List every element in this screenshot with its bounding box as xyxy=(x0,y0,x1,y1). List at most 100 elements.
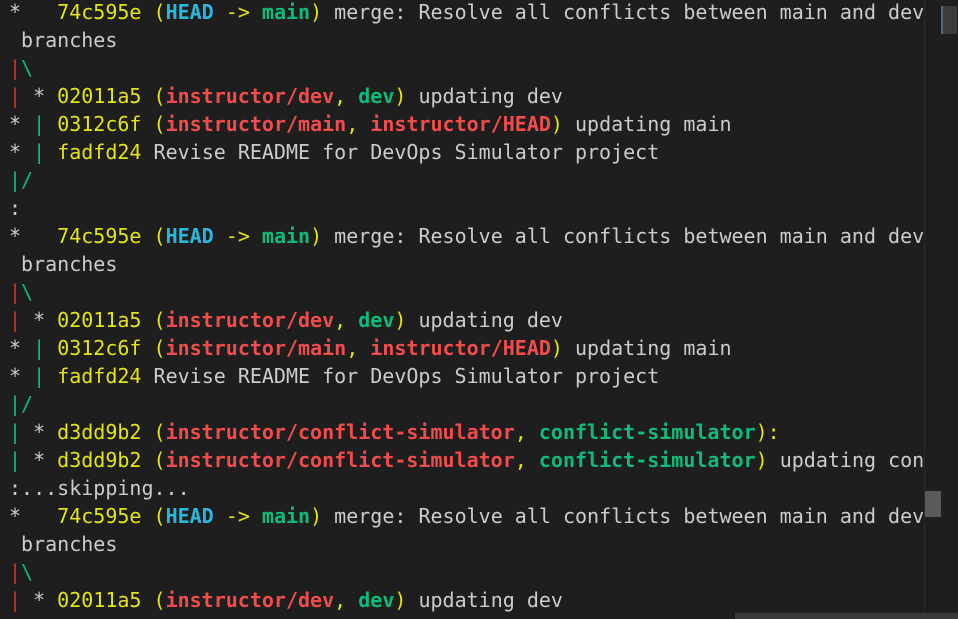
log-line: * 74c595e (HEAD -> main) merge: Resolve … xyxy=(9,0,924,26)
log-segment-paren: ) xyxy=(394,308,407,332)
log-segment-paren: ( xyxy=(141,112,166,136)
log-segment-g-green: | xyxy=(33,336,46,360)
log-segment-hash: 02011a5 xyxy=(57,84,142,108)
log-segment-msg: updating main xyxy=(562,336,732,360)
log-segment-msg: branches xyxy=(9,252,118,276)
log-segment-paren: ( xyxy=(141,224,166,248)
log-segment-g-green: | xyxy=(9,448,22,472)
scrollbar-thumb[interactable] xyxy=(925,491,941,517)
log-segment-g-red: | xyxy=(9,588,22,612)
log-segment-ast xyxy=(45,364,57,388)
log-segment-paren: ( xyxy=(141,504,166,528)
log-segment-g-green: |/ xyxy=(9,168,34,192)
log-segment-hash: 0312c6f xyxy=(57,336,142,360)
log-segment-hash: d3dd9b2 xyxy=(57,448,142,472)
log-line: | * 02011a5 (instructor/dev, dev) updati… xyxy=(9,306,924,334)
log-line: : xyxy=(9,194,924,222)
log-line: | * d3dd9b2 (instructor/conflict-simulat… xyxy=(9,446,924,474)
log-segment-msg: : xyxy=(9,196,22,220)
log-segment-paren: ): xyxy=(755,420,780,444)
log-segment-remote: instructor/dev xyxy=(165,84,335,108)
log-segment-ast xyxy=(45,140,57,164)
log-segment-ast xyxy=(45,112,57,136)
log-segment-hash: fadfd24 xyxy=(57,364,142,388)
panel-bottom-edge xyxy=(735,613,958,619)
log-segment-ast: * xyxy=(9,0,58,24)
log-segment-ast: * xyxy=(21,448,58,472)
log-segment-msg: Revise README for DevOps Simulator proje… xyxy=(141,140,660,164)
log-segment-ast: * xyxy=(9,224,58,248)
log-segment-msg: branches xyxy=(9,532,118,556)
log-segment-msg: merge: Resolve all conflicts between mai… xyxy=(322,0,924,24)
log-segment-paren: ) xyxy=(310,504,323,528)
terminal-output[interactable]: * 74c595e (HEAD -> main) merge: Resolve … xyxy=(0,0,924,619)
log-line: * 74c595e (HEAD -> main) merge: Resolve … xyxy=(9,222,924,250)
log-segment-g-red: | xyxy=(9,560,22,584)
log-segment-ast: * xyxy=(21,588,58,612)
log-line: * | fadfd24 Revise README for DevOps Sim… xyxy=(9,138,924,166)
terminal-scrollbar[interactable] xyxy=(924,0,958,619)
log-segment-msg: updating dev xyxy=(406,588,563,612)
log-segment-local: conflict-simulator xyxy=(538,448,756,472)
log-segment-ast: * xyxy=(9,504,58,528)
log-line: branches xyxy=(9,530,924,558)
log-line: |/ xyxy=(9,166,924,194)
log-segment-msg: updating main xyxy=(562,112,732,136)
log-segment-paren: ) xyxy=(394,84,407,108)
log-segment-ast: * xyxy=(21,308,58,332)
log-segment-hash: 74c595e xyxy=(57,0,142,24)
log-segment-ast: * xyxy=(21,84,58,108)
log-segment-ast: * xyxy=(9,140,34,164)
log-segment-hash: fadfd24 xyxy=(57,140,142,164)
log-segment-remote: instructor/main xyxy=(165,112,347,136)
log-segment-remote: instructor/dev xyxy=(165,308,335,332)
log-segment-msg: updating con xyxy=(767,448,924,472)
log-segment-msg: Revise README for DevOps Simulator proje… xyxy=(141,364,660,388)
log-segment-g-green: |/ xyxy=(9,392,34,416)
log-segment-paren: ( xyxy=(141,0,166,24)
log-segment-g-red: | xyxy=(9,308,22,332)
log-segment-local: conflict-simulator xyxy=(538,420,756,444)
log-segment-paren: , xyxy=(334,588,359,612)
log-segment-local: dev xyxy=(358,588,395,612)
log-line: |\ xyxy=(9,54,924,82)
log-segment-remote: instructor/HEAD xyxy=(370,336,551,360)
log-segment-hash: 02011a5 xyxy=(57,588,142,612)
log-segment-local: main xyxy=(261,504,311,528)
log-segment-head: HEAD xyxy=(165,0,214,24)
log-segment-hash: 0312c6f xyxy=(57,112,142,136)
log-segment-remote: instructor/main xyxy=(165,336,347,360)
log-segment-paren: ) xyxy=(310,0,323,24)
log-segment-paren: , xyxy=(514,448,539,472)
log-segment-g-green: | xyxy=(33,140,46,164)
log-segment-hash: d3dd9b2 xyxy=(57,420,142,444)
log-segment-g-green: | xyxy=(9,420,22,444)
log-segment-local: dev xyxy=(358,84,395,108)
log-segment-g-green: \ xyxy=(21,280,34,304)
log-line: * 74c595e (HEAD -> main) merge: Resolve … xyxy=(9,502,924,530)
log-segment-paren: ) xyxy=(550,336,563,360)
log-segment-paren: , xyxy=(346,112,371,136)
scrollbar-top-marker xyxy=(941,6,957,34)
log-line: branches xyxy=(9,26,924,54)
log-line: | * 02011a5 (instructor/dev, dev) updati… xyxy=(9,586,924,614)
log-segment-g-green: \ xyxy=(21,56,34,80)
log-segment-msg: :...skipping... xyxy=(9,476,190,500)
log-segment-msg: branches xyxy=(9,28,118,52)
log-segment-hash: 74c595e xyxy=(57,504,142,528)
log-line: :...skipping... xyxy=(9,474,924,502)
log-segment-arrow: -> xyxy=(213,224,262,248)
log-segment-g-red: | xyxy=(9,84,22,108)
log-segment-g-green: \ xyxy=(21,560,34,584)
log-line: | * d3dd9b2 (instructor/conflict-simulat… xyxy=(9,418,924,446)
log-segment-g-red: | xyxy=(9,56,22,80)
log-segment-ast: * xyxy=(9,336,34,360)
log-segment-paren: , xyxy=(334,84,359,108)
log-segment-paren: ) xyxy=(755,448,768,472)
log-segment-paren: ( xyxy=(141,588,166,612)
log-segment-local: dev xyxy=(358,308,395,332)
log-segment-paren: , xyxy=(514,420,539,444)
log-segment-paren: ) xyxy=(550,112,563,136)
log-segment-paren: , xyxy=(346,336,371,360)
log-segment-ast xyxy=(45,336,57,360)
